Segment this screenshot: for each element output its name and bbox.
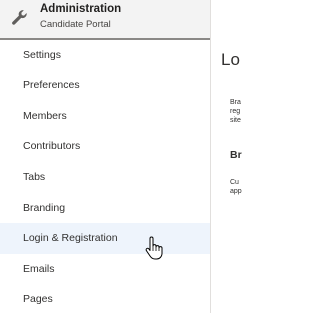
- description-line: reg: [230, 108, 241, 115]
- sidebar-item-settings[interactable]: Settings: [0, 40, 210, 71]
- admin-app: Administration Candidate Portal Settings…: [0, 0, 245, 313]
- wrench-icon: [12, 10, 27, 25]
- sidebar-item-emails[interactable]: Emails: [0, 254, 210, 285]
- sidebar-item-tabs[interactable]: Tabs: [0, 162, 210, 193]
- description-line: site: [230, 117, 241, 124]
- header-subtitle: Candidate Portal: [40, 19, 111, 30]
- page-description: Bra reg site: [230, 98, 245, 125]
- main-content: Lo Bra reg site Br Cu app: [211, 0, 245, 313]
- description-line: app: [230, 188, 242, 195]
- sidebar-item-pages[interactable]: Pages: [0, 284, 210, 313]
- header: Administration Candidate Portal: [0, 0, 210, 38]
- sidebar-item-members[interactable]: Members: [0, 101, 210, 132]
- sidebar-item-branding[interactable]: Branding: [0, 193, 210, 224]
- sidebar-nav: Settings Preferences Members Contributor…: [0, 40, 210, 313]
- header-title: Administration: [40, 3, 122, 15]
- sidebar-item-contributors[interactable]: Contributors: [0, 131, 210, 162]
- sidebar-item-login-registration[interactable]: Login & Registration: [0, 223, 210, 254]
- description-line: Bra: [230, 99, 241, 106]
- description-line: Cu: [230, 179, 239, 186]
- section-title: Br: [230, 149, 242, 161]
- section-description: Cu app: [230, 178, 242, 196]
- page-title: Lo: [221, 50, 240, 69]
- sidebar-item-preferences[interactable]: Preferences: [0, 70, 210, 101]
